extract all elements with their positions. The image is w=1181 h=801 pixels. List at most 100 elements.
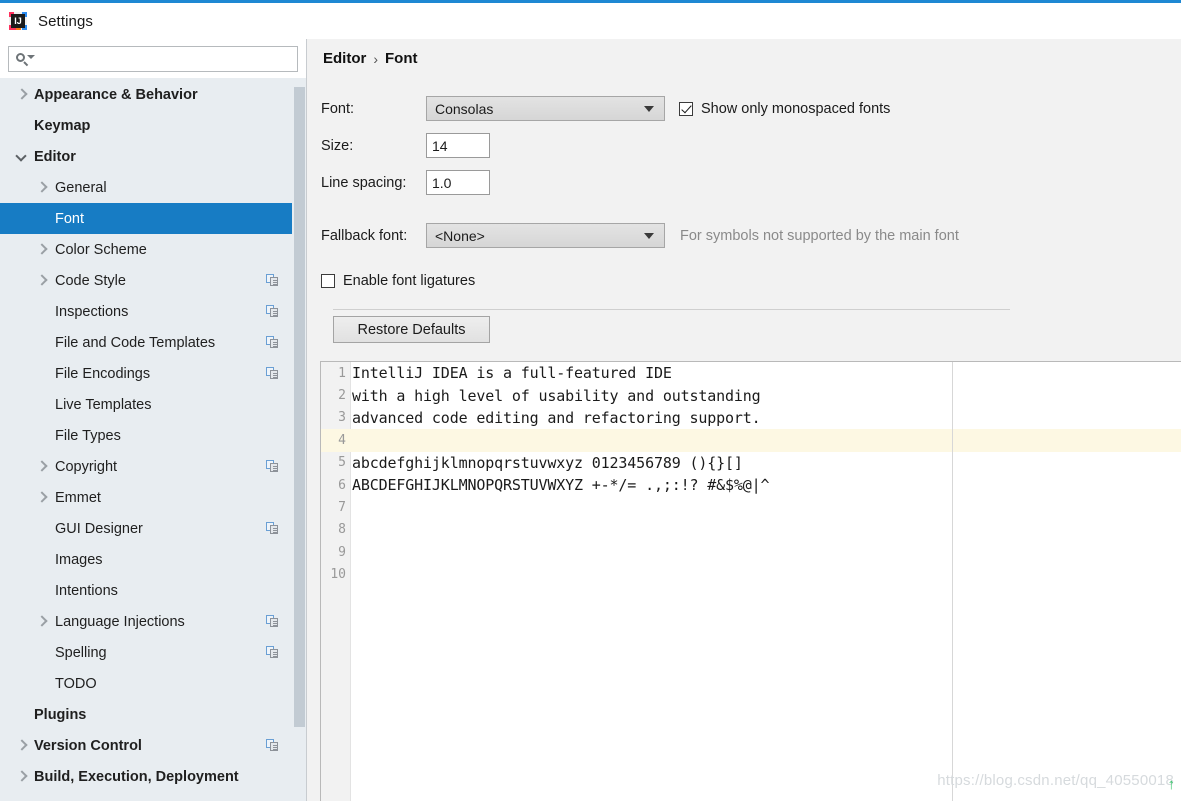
preview-line: 7 [321,496,1181,518]
line-spacing-label: Line spacing: [321,174,407,191]
sidebar-item-gui-designer[interactable]: GUI Designer [0,513,293,544]
sidebar-item-label: Images [55,551,103,568]
enable-ligatures-checkbox-row[interactable]: Enable font ligatures [321,273,475,289]
sidebar-item-label: Appearance & Behavior [34,86,198,103]
chevron-right-icon[interactable] [16,740,28,752]
intellij-idea-logo-icon: IJ [8,11,28,31]
enable-ligatures-label: Enable font ligatures [343,273,476,289]
sidebar-item-intentions[interactable]: Intentions [0,575,293,606]
sidebar-item-font[interactable]: Font [0,203,293,234]
copy-settings-icon[interactable] [266,367,279,380]
sidebar-item-label: Code Style [55,272,126,289]
sidebar-item-version-control[interactable]: Version Control [0,730,293,761]
sidebar-item-appearance-behavior[interactable]: Appearance & Behavior [0,79,293,110]
restore-defaults-button[interactable]: Restore Defaults [333,316,490,343]
sidebar-item-plugins[interactable]: Plugins [0,699,293,730]
sidebar-scrollbar-thumb[interactable] [294,87,305,727]
copy-settings-icon[interactable] [266,522,279,535]
font-family-select[interactable]: Consolas [426,96,665,121]
sidebar-item-label: Emmet [55,489,101,506]
line-spacing-input[interactable]: 1.0 [426,170,490,195]
sidebar-item-label: Build, Execution, Deployment [34,768,239,785]
enable-ligatures-checkbox[interactable] [321,274,335,288]
settings-sidebar: Appearance & Behavior Keymap Editor General… [0,39,307,801]
chevron-right-icon[interactable] [36,461,48,473]
sidebar-item-label: Editor [34,148,76,165]
chevron-right-icon[interactable] [16,89,28,101]
sidebar-item-file-types[interactable]: File Types [0,420,293,451]
settings-window: IJ Settings Appearance & Behavior Keymap E… [0,0,1181,801]
fallback-font-select[interactable]: <None> [426,223,665,248]
settings-tree[interactable]: Appearance & Behavior Keymap Editor General… [0,79,293,801]
window-title: Settings [38,12,93,30]
line-number: 10 [330,567,346,583]
copy-settings-icon[interactable] [266,739,279,752]
line-text: IntelliJ IDEA is a full-featured IDE [352,364,672,383]
sidebar-item-label: TODO [55,675,97,692]
preview-line: 2 with a high level of usability and outs… [321,384,1181,406]
copy-settings-icon[interactable] [266,460,279,473]
chevron-right-icon[interactable] [16,771,28,783]
fallback-font-value: <None> [435,227,485,244]
line-number: 5 [338,455,346,471]
chevron-right-icon[interactable] [36,275,48,287]
sidebar-item-label: Version Control [34,737,142,754]
sidebar-item-label: General [55,179,107,196]
sidebar-item-label: GUI Designer [55,520,143,537]
preview-line: 8 [321,519,1181,541]
title-bar: IJ Settings [0,3,1181,39]
sidebar-scrollbar-track[interactable] [292,79,306,801]
font-family-value: Consolas [435,100,494,117]
sidebar-item-code-style[interactable]: Code Style [0,265,293,296]
line-number: 4 [338,432,346,448]
chevron-right-icon[interactable] [36,244,48,256]
copy-settings-icon[interactable] [266,336,279,349]
chevron-down-icon[interactable] [16,151,28,163]
font-size-input[interactable]: 14 [426,133,490,158]
show-monospaced-checkbox[interactable] [679,101,693,116]
sidebar-item-build-execution-deployment[interactable]: Build, Execution, Deployment [0,761,293,792]
show-monospaced-label: Show only monospaced fonts [701,100,891,117]
sidebar-item-live-templates[interactable]: Live Templates [0,389,293,420]
sidebar-item-keymap[interactable]: Keymap [0,110,293,141]
search-area [0,39,306,78]
fallback-font-row: Fallback font: <None> For symbols not su… [321,223,959,248]
svg-text:IJ: IJ [14,16,22,26]
line-number: 7 [338,500,346,516]
font-label: Font: [321,100,355,117]
sidebar-item-general[interactable]: General [0,172,293,203]
font-preview-editor[interactable]: 1 IntelliJ IDEA is a full-featured IDE 2 wi… [320,361,1181,801]
copy-settings-icon[interactable] [266,274,279,287]
chevron-right-icon[interactable] [36,492,48,504]
sidebar-item-label: Keymap [34,117,91,134]
font-row: Font: Consolas Show only monospaced font… [321,96,890,121]
sidebar-item-editor[interactable]: Editor [0,141,293,172]
sidebar-item-label: Live Templates [55,396,152,413]
sidebar-item-label: Language Injections [55,613,185,630]
sidebar-item-spelling[interactable]: Spelling [0,637,293,668]
sidebar-item-inspections[interactable]: Inspections [0,296,293,327]
sidebar-item-images[interactable]: Images [0,544,293,575]
preview-line: 3 advanced code editing and refactoring s… [321,407,1181,429]
chevron-right-icon[interactable] [36,616,48,628]
sidebar-item-emmet[interactable]: Emmet [0,482,293,513]
sidebar-item-file-encodings[interactable]: File Encodings [0,358,293,389]
preview-line: 9 [321,541,1181,563]
sidebar-item-color-scheme[interactable]: Color Scheme [0,234,293,265]
breadcrumb-parent[interactable]: Editor [323,50,366,67]
copy-settings-icon[interactable] [266,305,279,318]
sidebar-item-file-and-code-templates[interactable]: File and Code Templates [0,327,293,358]
size-row: Size: 14 [321,133,490,158]
chevron-right-icon[interactable] [36,182,48,194]
copy-settings-icon[interactable] [266,615,279,628]
sidebar-item-copyright[interactable]: Copyright [0,451,293,482]
line-number: 3 [338,410,346,426]
sidebar-item-todo[interactable]: TODO [0,668,293,699]
line-number: 1 [338,365,346,381]
sidebar-item-language-injections[interactable]: Language Injections [0,606,293,637]
show-monospaced-checkbox-row[interactable]: Show only monospaced fonts [679,101,890,117]
copy-settings-icon[interactable] [266,646,279,659]
search-box[interactable] [8,46,298,72]
search-input[interactable] [35,48,275,70]
size-label: Size: [321,137,354,154]
